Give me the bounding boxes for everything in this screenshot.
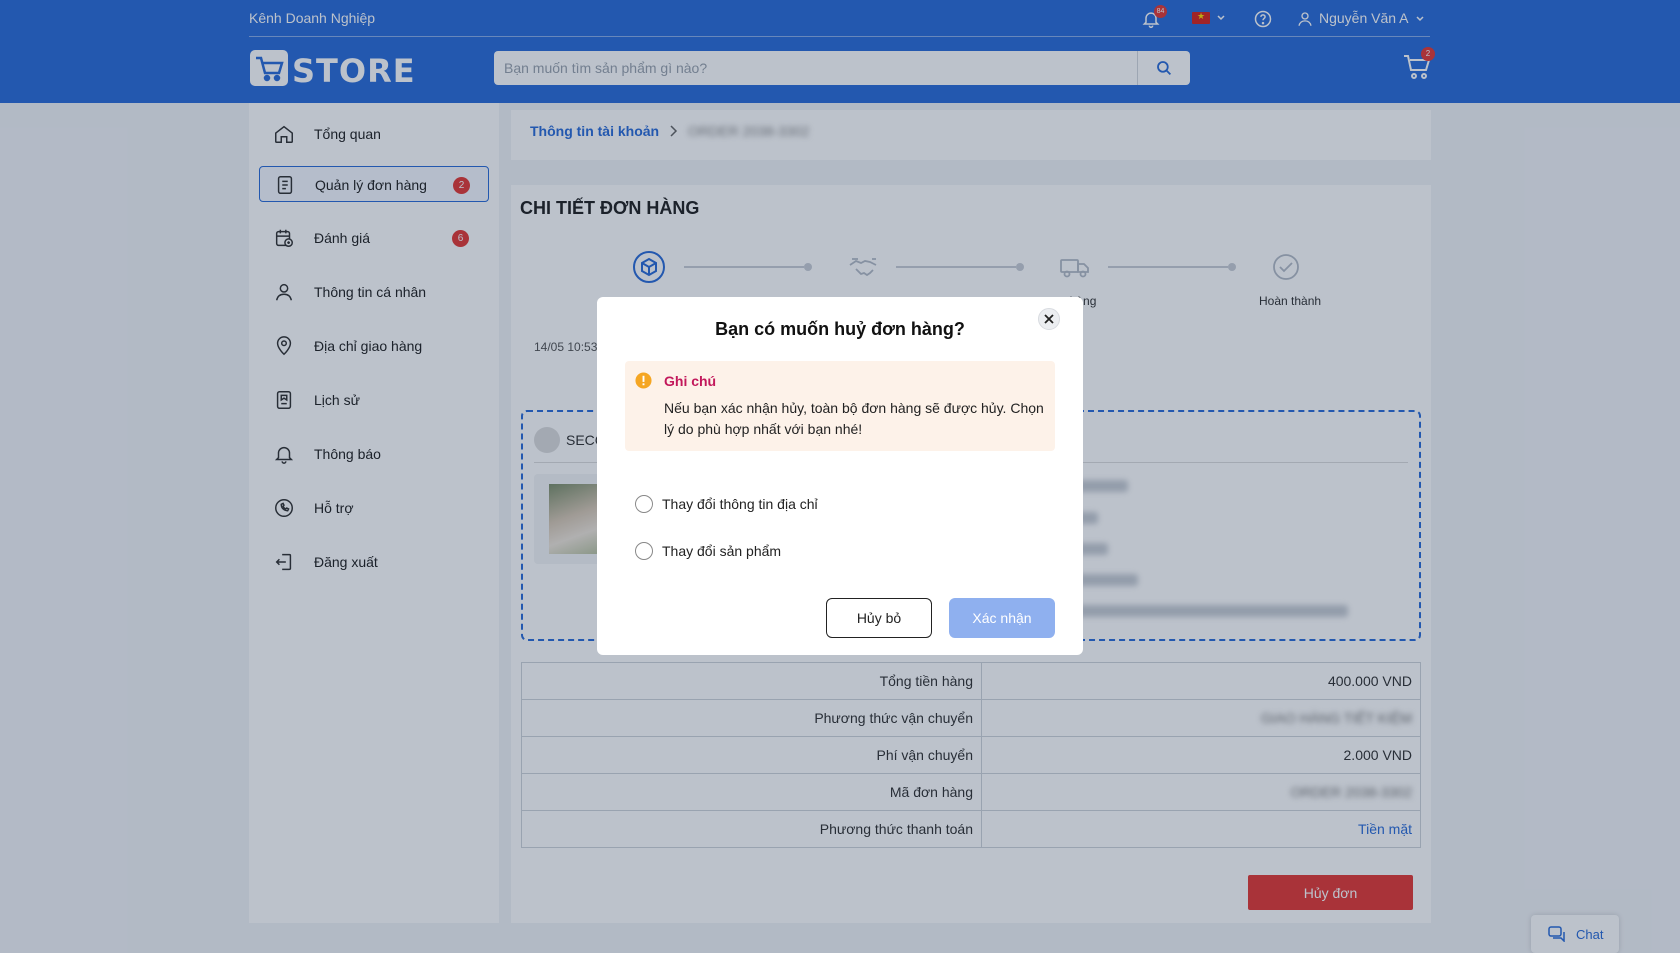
- radio-button[interactable]: [635, 495, 653, 513]
- reason-option[interactable]: Thay đổi sản phẩm: [635, 540, 1035, 562]
- confirm-button[interactable]: Xác nhận: [949, 598, 1055, 638]
- reason-label: Thay đổi thông tin địa chỉ: [662, 496, 818, 512]
- radio-button[interactable]: [635, 542, 653, 560]
- warning-icon: [635, 372, 652, 389]
- dismiss-button[interactable]: Hủy bỏ: [826, 598, 932, 638]
- close-button[interactable]: [1038, 308, 1060, 330]
- close-icon: [1044, 314, 1054, 324]
- cancel-order-dialog: Bạn có muốn huỷ đơn hàng? Ghi chú Nếu bạ…: [597, 297, 1083, 655]
- dialog-title: Bạn có muốn huỷ đơn hàng?: [715, 319, 965, 339]
- note-text: Nếu bạn xác nhận hủy, toàn bộ đơn hàng s…: [664, 400, 1044, 437]
- note-title: Ghi chú: [664, 373, 717, 389]
- reason-option[interactable]: Thay đổi thông tin địa chỉ: [635, 493, 1035, 515]
- note-box: Ghi chú Nếu bạn xác nhận hủy, toàn bộ đơ…: [625, 361, 1055, 451]
- reason-label: Thay đổi sản phẩm: [662, 543, 782, 559]
